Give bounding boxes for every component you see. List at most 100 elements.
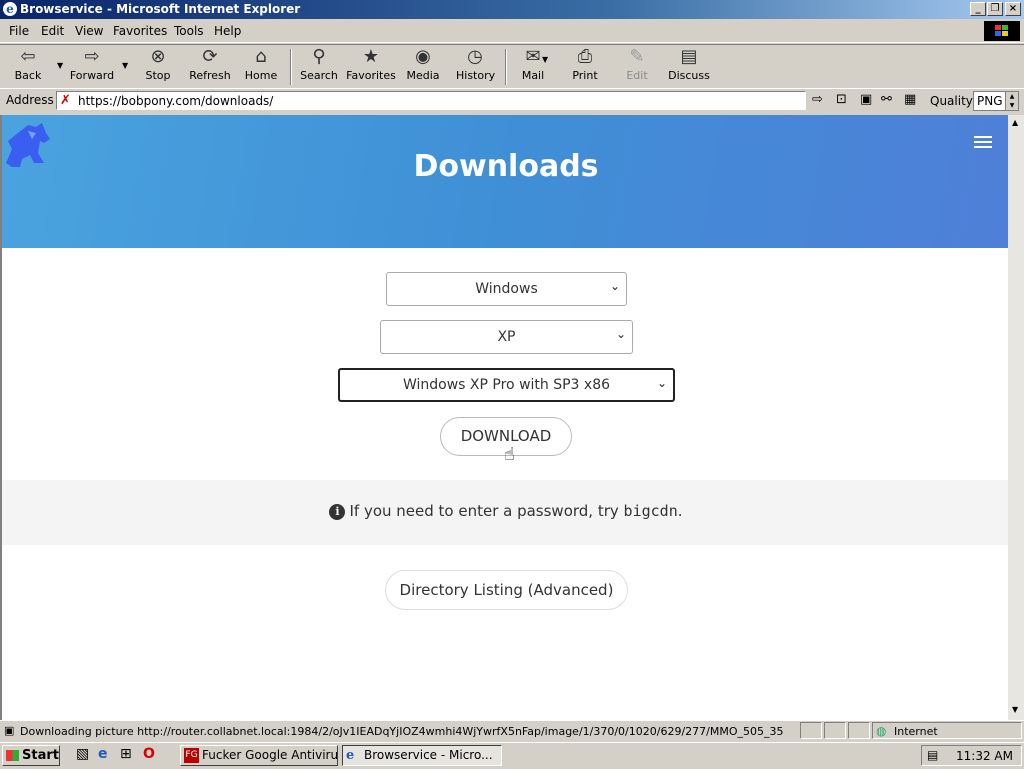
edit-icon: ✎ [629, 46, 645, 67]
menu-view[interactable]: View [75, 24, 103, 38]
ie-icon: e [346, 748, 355, 763]
toolbar-separator [290, 49, 292, 85]
back-arrow-icon: ⇦ [20, 46, 36, 67]
clock[interactable]: 11:32 AM [956, 749, 1013, 763]
home-icon: ⌂ [255, 46, 267, 67]
password-code: bigcdn [623, 502, 678, 520]
directory-listing-button[interactable]: Directory Listing (Advanced) [385, 570, 628, 610]
close-button[interactable]: × [1005, 2, 1021, 16]
back-dropdown-icon[interactable]: ▼ [57, 61, 63, 70]
print-icon: ⎙ [577, 46, 593, 67]
info-notice: i If you need to enter a password, try bi… [2, 480, 1008, 545]
favorites-icon: ★ [362, 46, 380, 67]
chevron-down-icon: ⌄ [615, 327, 626, 341]
discuss-icon: ▤ [680, 46, 698, 67]
toolbar-separator [505, 49, 507, 85]
bookmark-icon[interactable]: ⊡ [836, 92, 847, 107]
ie-launch-icon[interactable]: e [98, 746, 108, 762]
password-hint: i If you need to enter a password, try bi… [2, 502, 1008, 520]
search-button[interactable]: ⚲ Search [300, 47, 338, 87]
windows-flag-icon [6, 750, 19, 761]
show-desktop-icon[interactable]: ▧ [76, 746, 89, 762]
os-select[interactable]: Windows ⌄ [386, 272, 627, 306]
stop-icon: ⊗ [150, 46, 166, 67]
scroll-up-arrow-icon[interactable]: ▲ [1012, 118, 1018, 127]
mail-button[interactable]: ✉ Mail [516, 47, 550, 87]
menu-tools[interactable]: Tools [174, 24, 204, 38]
media-icon: ◉ [415, 46, 431, 67]
clipboard-icon[interactable]: ▦ [904, 92, 916, 107]
ie-logo-icon: e [3, 2, 17, 16]
tray-app-icon[interactable]: ▤ [927, 748, 938, 762]
downloading-page-icon: ▣ [4, 724, 15, 737]
toolbar: ⇦ Back ▼ ⇨ Forward ▼ ⊗ Stop ⟳ Refresh ⌂ … [0, 44, 1024, 88]
print-button[interactable]: ⎙ Print [568, 47, 602, 87]
forward-dropdown-icon[interactable]: ▼ [122, 61, 128, 70]
window-title: Browservice - Microsoft Internet Explore… [20, 2, 301, 16]
menu-favorites[interactable]: Favorites [113, 24, 167, 38]
password-hint-text: If you need to enter a password, try [349, 502, 619, 520]
page-header: Downloads [2, 115, 1008, 248]
history-icon: ◷ [467, 46, 483, 67]
info-icon: i [329, 504, 346, 520]
status-pane [800, 722, 822, 739]
fg-app-icon: FG [184, 748, 199, 763]
hamburger-menu-icon[interactable] [974, 136, 992, 150]
restore-button[interactable]: ❐ [987, 2, 1003, 16]
edit-button[interactable]: ✎ Edit [622, 47, 652, 87]
password-hint-suffix: . [677, 502, 683, 520]
back-button[interactable]: ⇦ Back [8, 47, 48, 87]
version-select-value: XP [497, 329, 516, 345]
menu-file[interactable]: File [9, 24, 29, 38]
windows-logo-icon [984, 21, 1020, 41]
home-button[interactable]: ⌂ Home [242, 47, 280, 87]
status-pane [824, 722, 846, 739]
minimize-button[interactable]: _ [970, 2, 986, 16]
chevron-down-icon: ⌄ [656, 376, 667, 390]
title-bar: e Browservice - Microsoft Internet Explo… [0, 0, 1024, 19]
chevron-down-icon: ⌄ [609, 279, 620, 293]
vertical-scrollbar[interactable]: ▲ ▼ [1008, 115, 1024, 720]
stop-button[interactable]: ⊗ Stop [140, 47, 176, 87]
mail-icon: ✉ [525, 46, 541, 67]
scroll-down-arrow-icon[interactable]: ▼ [1012, 705, 1018, 714]
quality-label: Quality [930, 94, 973, 108]
start-button[interactable]: Start [2, 745, 60, 766]
zone-text: Internet [894, 725, 938, 738]
quality-value: PNG [977, 94, 1003, 108]
status-pane [848, 722, 870, 739]
page-icon: ✗ [60, 93, 71, 108]
address-label: Address [6, 93, 54, 107]
forward-arrow-icon: ⇨ [84, 46, 100, 67]
edition-select[interactable]: Windows XP Pro with SP3 x86 ⌄ [338, 368, 675, 402]
mail-dropdown-icon[interactable]: ▼ [542, 55, 548, 64]
edition-select-value: Windows XP Pro with SP3 x86 [402, 377, 611, 393]
version-select[interactable]: XP ⌄ [380, 320, 633, 354]
task-button-browservice[interactable]: e Browservice - Micro... [342, 745, 502, 766]
favorites-button[interactable]: ★ Favorites [346, 47, 396, 87]
page-title: Downloads [413, 149, 599, 184]
discuss-button[interactable]: ▤ Discuss [668, 47, 710, 87]
search-icon: ⚲ [312, 46, 326, 67]
os-select-value: Windows [475, 281, 538, 297]
status-text: Downloading picture http://router.collab… [20, 725, 784, 738]
network-icon[interactable]: ⊞ [120, 746, 132, 762]
menu-edit[interactable]: Edit [41, 24, 64, 38]
history-button[interactable]: ◷ History [456, 46, 495, 87]
quality-select[interactable]: PNG ▲ ▼ [973, 91, 1019, 111]
menu-bar: File Edit View Favorites Tools Help [0, 20, 1024, 43]
go-arrow-icon[interactable]: ⇨ [812, 92, 823, 107]
hand-cursor-icon: ☝ [504, 444, 515, 465]
media-button[interactable]: ◉ Media [406, 47, 440, 87]
quality-spinner-icon[interactable]: ▲ ▼ [1005, 92, 1018, 110]
refresh-icon: ⟳ [202, 46, 218, 67]
find-binoculars-icon[interactable]: ⚯ [881, 92, 892, 107]
task-button-antivirus[interactable]: FG Fucker Google Antiviru... [180, 745, 338, 766]
address-url[interactable]: https://bobpony.com/downloads/ [78, 94, 273, 108]
opera-icon[interactable]: O [143, 746, 155, 762]
menu-help[interactable]: Help [214, 24, 241, 38]
page-view-icon[interactable]: ▣ [860, 92, 872, 107]
forward-button[interactable]: ⇨ Forward [68, 47, 116, 87]
refresh-button[interactable]: ⟳ Refresh [186, 47, 234, 87]
address-input[interactable]: ✗ https://bobpony.com/downloads/ [56, 91, 806, 110]
